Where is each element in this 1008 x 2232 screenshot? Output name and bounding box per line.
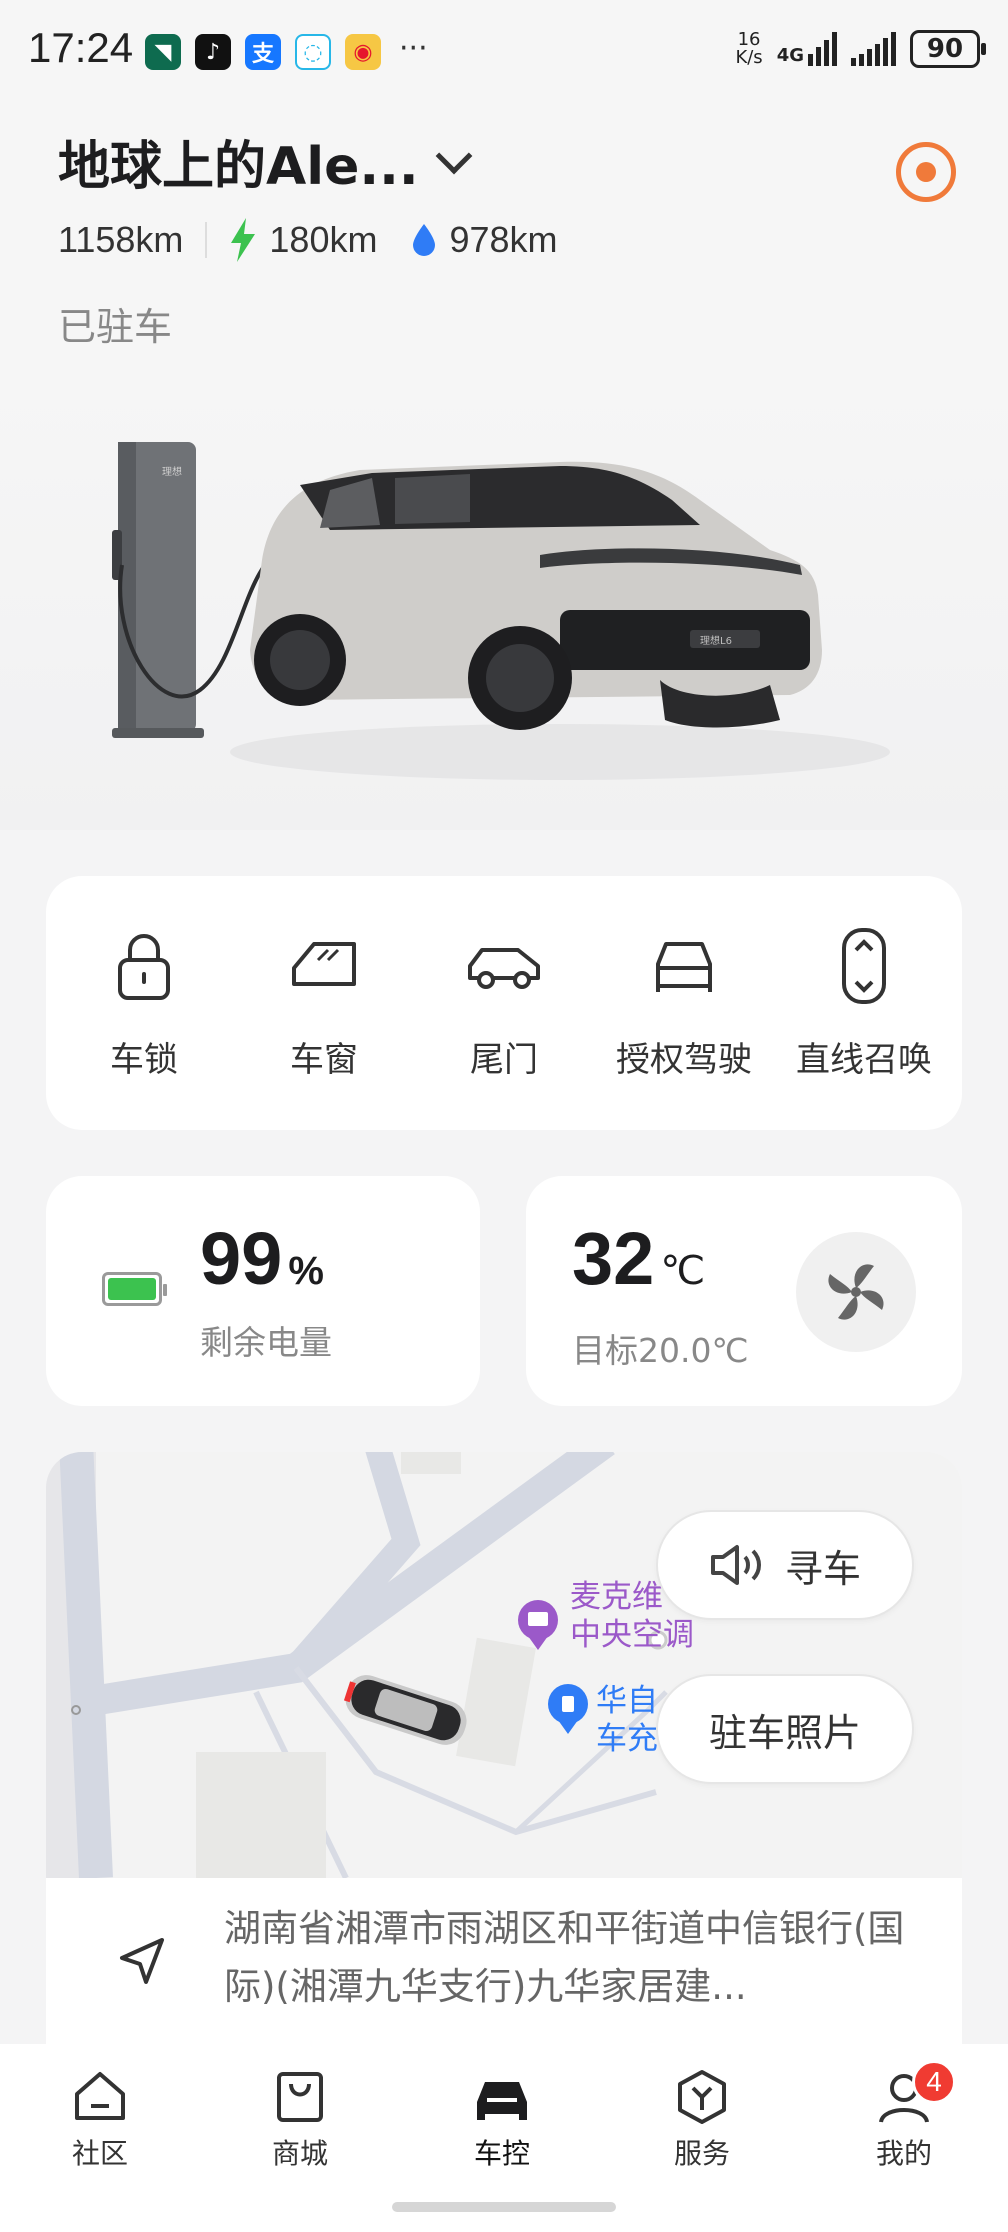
cabin-temperature: 32 ℃ bbox=[572, 1216, 705, 1301]
parking-photo-button[interactable]: 驻车照片 bbox=[656, 1674, 914, 1784]
tab-profile[interactable]: 我的 4 bbox=[834, 2060, 974, 2172]
temperature-value: 32 bbox=[572, 1217, 655, 1300]
control-authorized-drive[interactable]: 授权驾驶 bbox=[599, 926, 769, 1081]
control-label: 授权驾驶 bbox=[616, 1039, 752, 1080]
battery-label: 剩余电量 bbox=[200, 1323, 332, 1362]
status-indicators: 16 K/s 4G 90 bbox=[735, 30, 986, 68]
network-type: 4G bbox=[776, 45, 804, 66]
find-car-button[interactable]: 寻车 bbox=[656, 1510, 914, 1620]
tab-community[interactable]: 社区 bbox=[30, 2068, 170, 2172]
control-lock[interactable]: 车锁 bbox=[59, 926, 229, 1081]
parking-status: 已驻车 bbox=[58, 305, 173, 349]
speaker-icon bbox=[710, 1545, 761, 1585]
status-bar: 17:24 ◥ ♪ 支 ◌ ◉ ··· 16 K/s 4G 90 bbox=[0, 0, 1008, 100]
alipay-icon: 支 bbox=[245, 34, 281, 70]
control-window[interactable]: 车窗 bbox=[239, 926, 409, 1081]
tab-label: 服务 bbox=[673, 2137, 730, 2170]
fan-icon bbox=[828, 1264, 884, 1320]
net-speed-unit: K/s bbox=[735, 47, 763, 68]
signal-icon bbox=[851, 32, 896, 66]
vehicle-illustration: 理想 理想L6 bbox=[112, 442, 890, 780]
straight-summon-icon bbox=[842, 927, 886, 1004]
car-control-icon bbox=[477, 2082, 527, 2120]
battery-percent: 99 % bbox=[200, 1216, 324, 1301]
climate-card[interactable]: 32 ℃ 目标20.0℃ bbox=[526, 1176, 962, 1406]
store-icon bbox=[277, 2072, 323, 2122]
vehicle-name: 地球上的Ale... bbox=[58, 137, 419, 197]
weibo-icon: ◉ bbox=[345, 34, 381, 70]
svg-text:理想L6: 理想L6 bbox=[700, 634, 732, 647]
control-tailgate[interactable]: 尾门 bbox=[419, 926, 589, 1081]
vehicle-image-area: 理想 理想L6 bbox=[0, 360, 1008, 830]
map-card[interactable]: 麦克维 中央空调 华自 车充 寻车 驻车照片 湖南省湘潭市雨湖区和平街道中信银行… bbox=[46, 1452, 962, 2044]
tab-car-control[interactable]: 车控 bbox=[432, 2068, 572, 2172]
service-icon bbox=[678, 2070, 726, 2124]
target-temperature: 目标20.0℃ bbox=[572, 1331, 749, 1370]
poi-label-charging[interactable]: 华自 车充 bbox=[596, 1682, 658, 1758]
community-icon bbox=[75, 2072, 125, 2120]
control-label: 车锁 bbox=[110, 1039, 178, 1080]
tab-label: 我的 bbox=[875, 2137, 932, 2170]
lightning-icon bbox=[231, 218, 256, 262]
fuel-range: 978km bbox=[449, 219, 558, 260]
tab-label: 车控 bbox=[473, 2137, 530, 2170]
net-speed: 16 K/s bbox=[735, 31, 762, 67]
record-dot-icon bbox=[916, 162, 936, 182]
chevron-down-icon bbox=[435, 137, 472, 174]
temperature-unit: ℃ bbox=[660, 1249, 706, 1293]
battery-unit: % bbox=[288, 1249, 324, 1293]
tab-store[interactable]: 商城 bbox=[230, 2068, 370, 2172]
tab-service[interactable]: 服务 bbox=[632, 2068, 772, 2172]
parking-photo-label: 驻车照片 bbox=[708, 1710, 861, 1755]
range-divider bbox=[205, 222, 208, 258]
parked-address: 湖南省湘潭市雨湖区和平街道中信银行(国际)(湘潭九华支行)九华家居建... bbox=[224, 1907, 905, 2008]
battery-value: 99 bbox=[200, 1217, 283, 1300]
navigation-arrow-icon[interactable] bbox=[112, 1932, 172, 1992]
battery-fill bbox=[108, 1278, 156, 1300]
notification-badge: 4 bbox=[912, 2060, 956, 2104]
car-image: 理想L6 bbox=[250, 461, 822, 730]
fuel-range-item: 978km bbox=[411, 219, 558, 261]
find-car-label: 寻车 bbox=[784, 1546, 861, 1591]
fuel-drop-icon bbox=[413, 224, 436, 256]
svg-text:理想: 理想 bbox=[162, 465, 182, 478]
notification-icons: ◥ ♪ 支 ◌ ◉ ··· bbox=[145, 34, 428, 70]
control-label: 车窗 bbox=[290, 1039, 358, 1080]
vehicle-selector[interactable]: 地球上的Ale... bbox=[58, 124, 472, 199]
record-button[interactable] bbox=[896, 142, 956, 202]
battery-status-icon: 90 bbox=[910, 30, 986, 68]
tab-label: 社区 bbox=[71, 2137, 128, 2170]
control-label: 直线召唤 bbox=[796, 1039, 932, 1080]
battery-level-icon bbox=[102, 1272, 167, 1306]
control-label: 尾门 bbox=[470, 1039, 538, 1080]
window-icon bbox=[292, 941, 356, 986]
quick-controls-card: 车锁 车窗 尾门 授权驾驶 直线召唤 bbox=[46, 876, 962, 1130]
status-time: 17:24 bbox=[28, 24, 134, 71]
home-indicator[interactable] bbox=[392, 2202, 616, 2212]
app-notification-icon: ◥ bbox=[145, 34, 181, 70]
tailgate-icon bbox=[468, 947, 540, 989]
signal-4g-icon: 4G bbox=[777, 32, 837, 66]
electric-range: 180km bbox=[269, 219, 378, 260]
authorized-drive-icon bbox=[656, 941, 712, 992]
fan-button[interactable] bbox=[796, 1232, 916, 1352]
message-icon: ◌ bbox=[295, 34, 331, 70]
more-notifications-icon: ··· bbox=[399, 31, 428, 66]
tiktok-icon: ♪ bbox=[195, 34, 231, 70]
lock-icon bbox=[118, 933, 170, 1000]
control-straight-summon[interactable]: 直线召唤 bbox=[779, 926, 949, 1081]
electric-range-item: 180km bbox=[229, 218, 377, 262]
tab-label: 商城 bbox=[271, 2137, 328, 2170]
vehicle-header: 地球上的Ale... 1158km 180km 978km 已驻车 bbox=[0, 100, 1008, 360]
total-range: 1158km bbox=[58, 219, 184, 260]
battery-card[interactable]: 99 % 剩余电量 bbox=[46, 1176, 480, 1406]
address-panel[interactable]: 湖南省湘潭市雨湖区和平街道中信银行(国际)(湘潭九华支行)九华家居建... bbox=[46, 1878, 962, 2044]
range-info: 1158km 180km 978km bbox=[58, 218, 592, 262]
